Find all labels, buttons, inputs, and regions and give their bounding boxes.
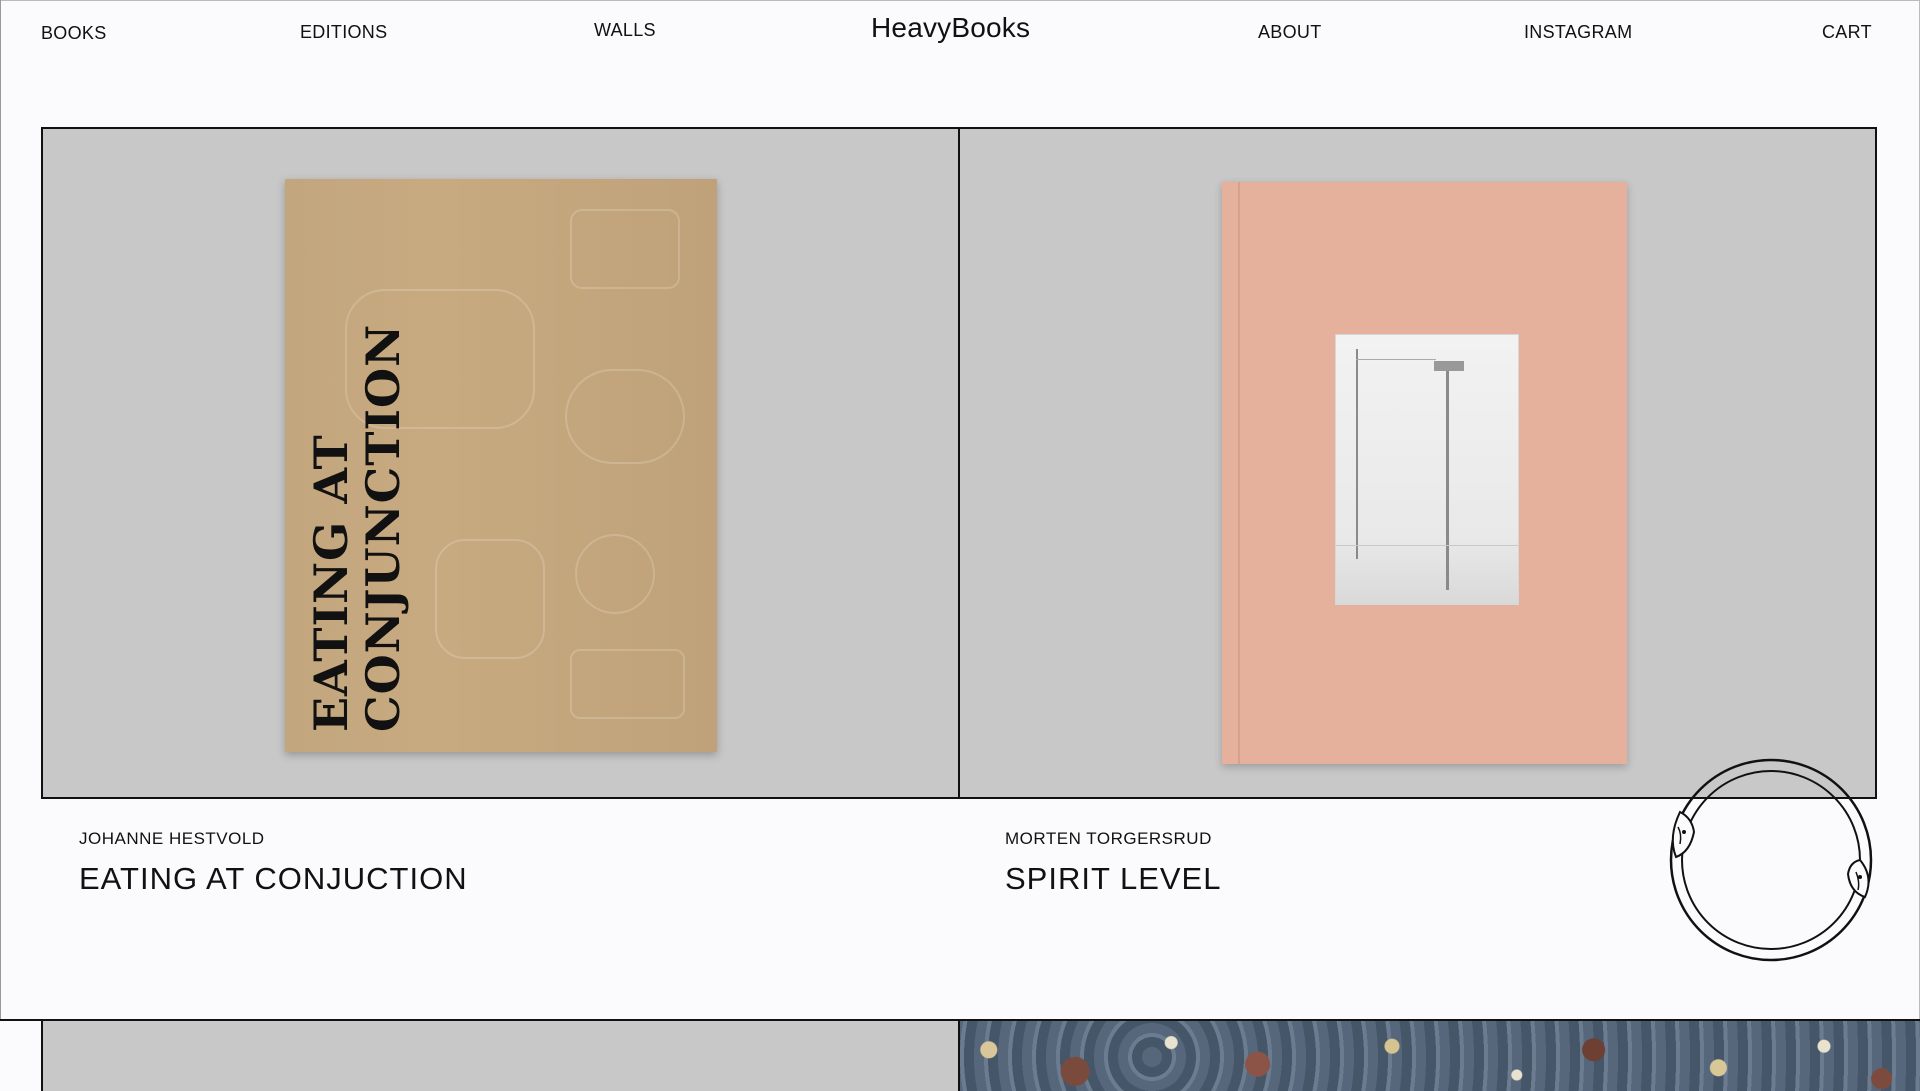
nav-editions[interactable]: EDITIONS [300,22,387,43]
cover-title-text: EATING AT CONJUNCTION [304,199,410,732]
product-grid: EATING AT CONJUNCTION [41,127,1877,799]
nav-cart[interactable]: CART [1822,22,1872,43]
photo-horizon [1336,545,1518,546]
product-author: JOHANNE HESTVOLD [79,829,265,848]
page-frame-left [0,0,1,1020]
cover-emboss-shape [435,539,545,659]
product-card-image[interactable] [41,1021,958,1091]
book-cover-spirit-level [1222,182,1627,764]
nav-walls[interactable]: WALLS [594,20,656,41]
product-caption[interactable]: MORTEN TORGERSRUD SPIRIT LEVEL [1005,829,1221,897]
nav-instagram[interactable]: INSTAGRAM [1524,22,1632,43]
product-card-image[interactable] [958,129,1875,797]
nav-books[interactable]: BOOKS [41,23,107,44]
product-author: MORTEN TORGERSRUD [1005,829,1212,848]
photo-pole [1446,365,1449,590]
cover-emboss-shape [570,649,685,719]
product-card-image-marbled[interactable] [958,1021,1920,1091]
cover-emboss-shape [575,534,655,614]
cover-emboss-shape [565,369,685,464]
book-cover-eating-at-conjunction: EATING AT CONJUNCTION [285,179,717,752]
nav-about[interactable]: ABOUT [1258,22,1322,43]
ouroboros-icon[interactable] [1660,752,1882,968]
photo-lamp [1434,361,1464,371]
product-caption[interactable]: JOHANNE HESTVOLD EATING AT CONJUCTION [79,829,468,897]
product-title: EATING AT CONJUCTION [79,861,468,896]
brand-logo[interactable]: HeavyBooks [871,12,1030,44]
product-title: SPIRIT LEVEL [1005,861,1222,896]
next-product-row [0,1019,1920,1091]
photo-wire [1356,359,1436,360]
product-card-image[interactable]: EATING AT CONJUNCTION [43,129,958,797]
cover-emboss-shape [570,209,680,289]
top-navigation: BOOKS EDITIONS WALLS HeavyBooks ABOUT IN… [0,0,1920,70]
photo-pole [1356,349,1358,559]
cover-photo [1335,334,1519,605]
cover-title-lines: EATING AT CONJUNCTION [304,323,410,732]
